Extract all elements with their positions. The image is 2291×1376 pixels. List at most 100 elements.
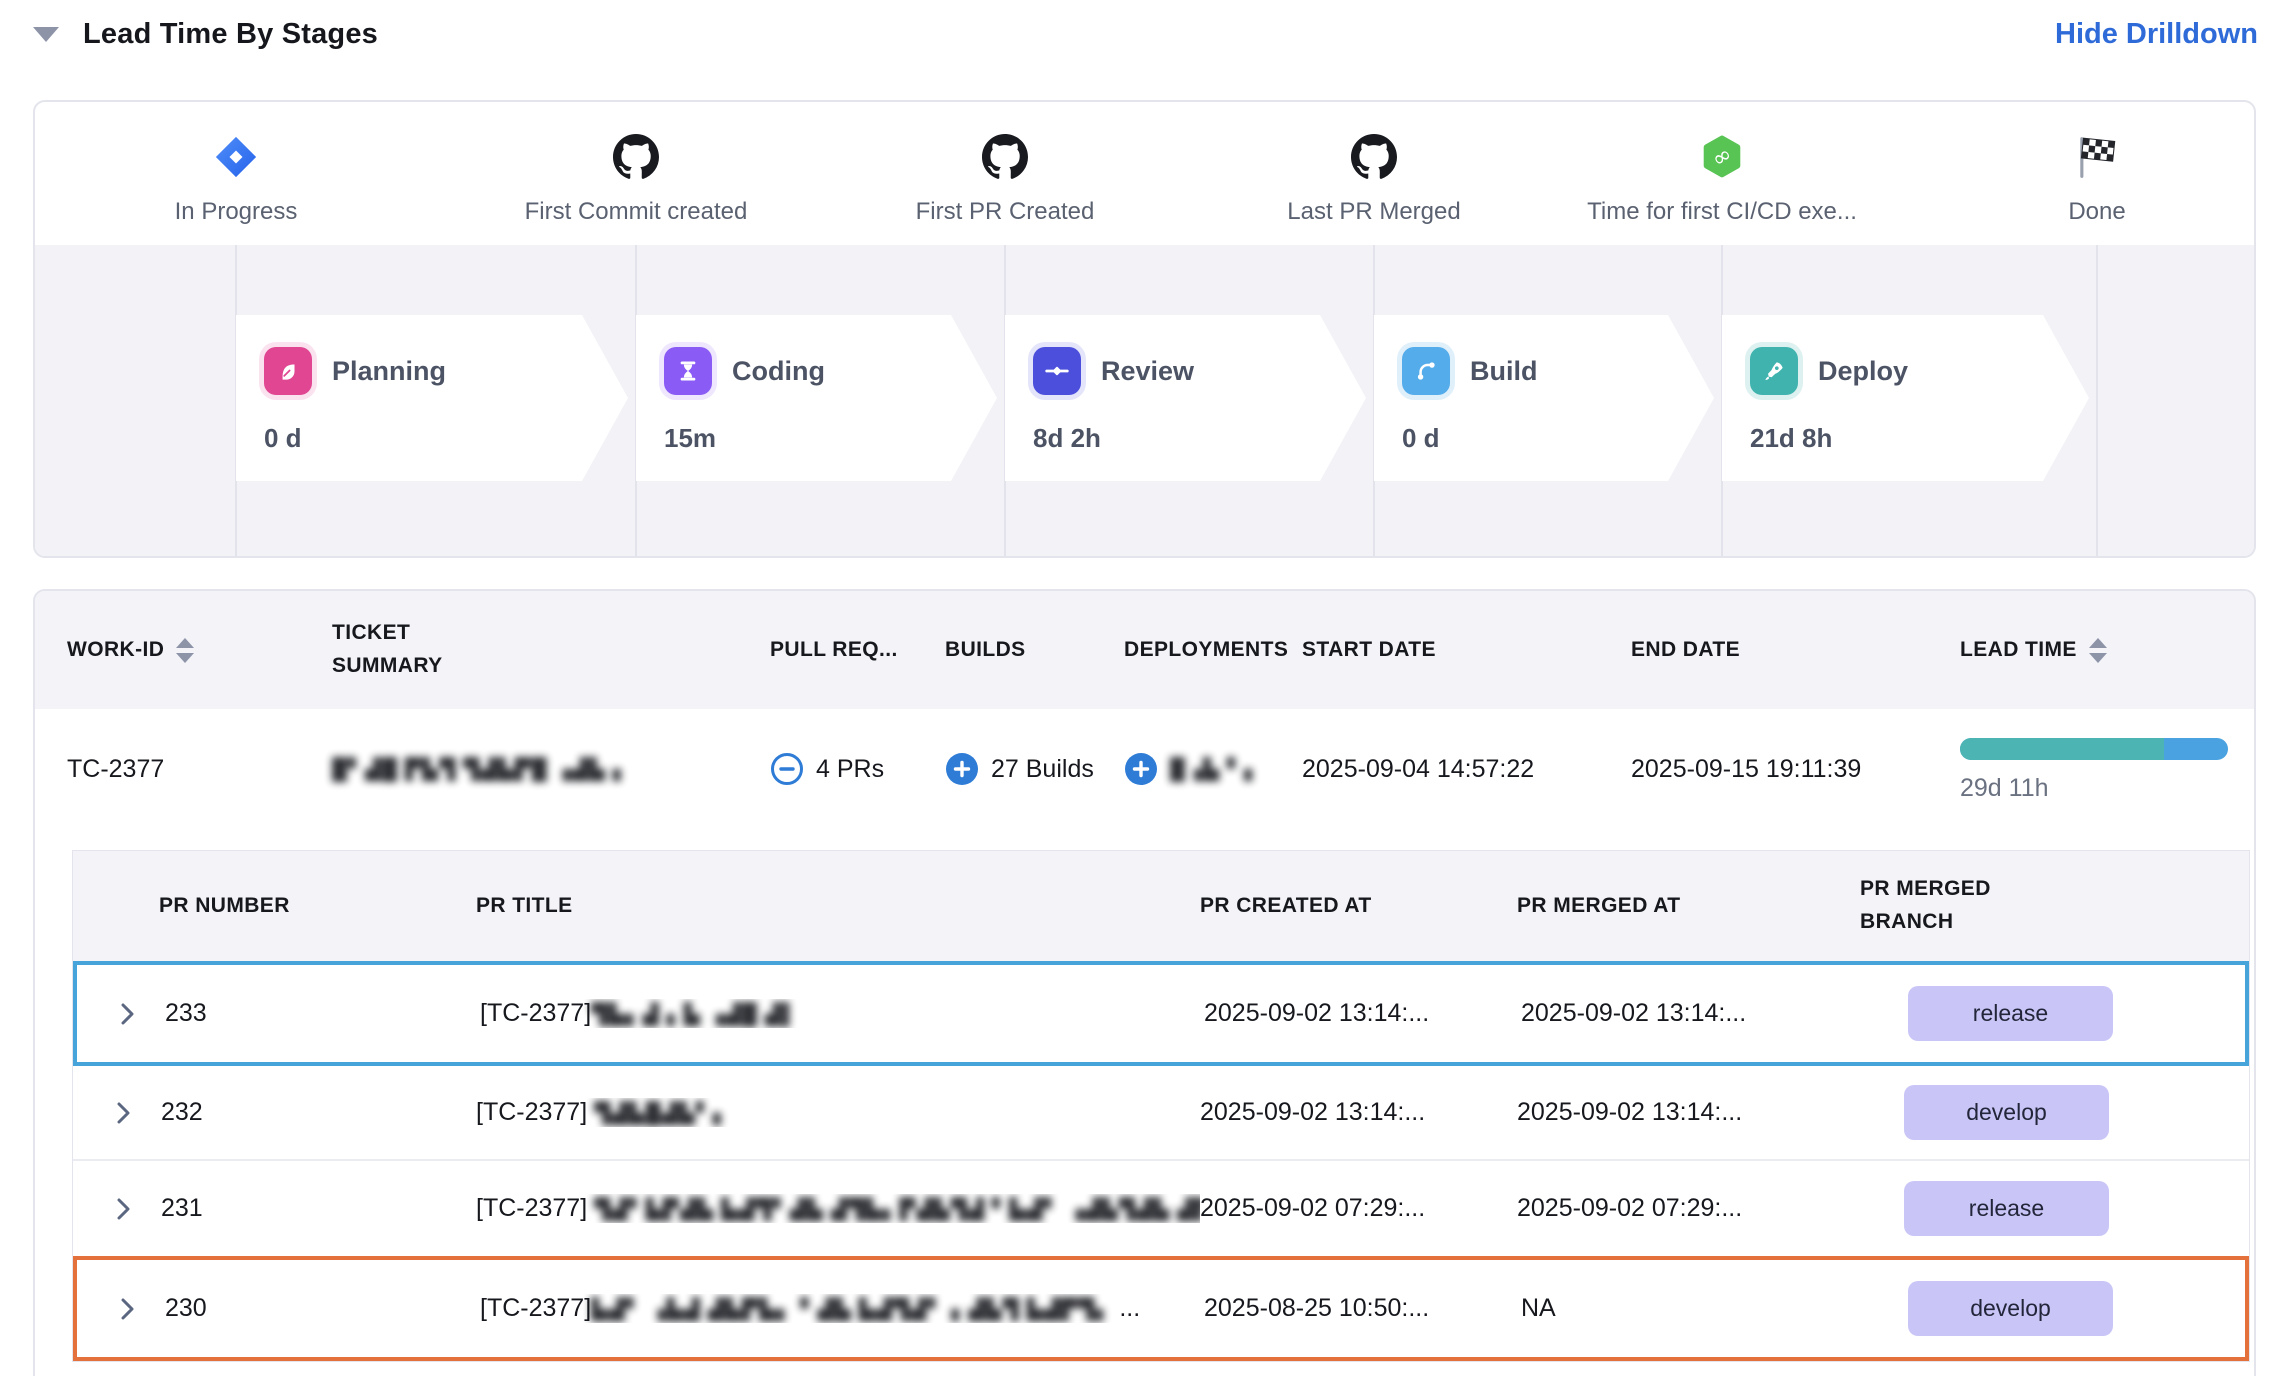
col-label: LEAD TIME [1960, 638, 2077, 662]
pr-merged-at: 2025-09-02 13:14:... [1517, 1098, 1834, 1127]
stage-duration: 15m [664, 423, 997, 454]
col-ticket-summary: TICKET SUMMARY [332, 617, 770, 682]
jira-status-icon [33, 132, 451, 182]
cicd-green-icon: ∞ [1507, 132, 1937, 182]
build-icon [1402, 347, 1450, 395]
coding-icon [664, 347, 712, 395]
col-pr-merged-at: PR MERGED AT [1517, 894, 1834, 918]
pr-title-prefix: [TC-2377] [476, 1098, 587, 1126]
planning-icon [264, 347, 312, 395]
milestone-label: Done [1882, 198, 2256, 226]
github-icon [790, 132, 1220, 182]
col-start-date: START DATE [1302, 638, 1631, 662]
stage-duration: 0 d [1402, 423, 1714, 454]
pr-row-232[interactable]: 232 [TC-2377] ▜▟▙█▟▙▘▖ 2025-09-02 13:14:… [73, 1066, 2249, 1161]
milestone-in-progress: In Progress [33, 132, 451, 226]
col-label: TICKET SUMMARY [332, 617, 467, 682]
sort-icon[interactable] [2089, 638, 2107, 663]
plus-circle-icon [945, 752, 979, 786]
col-pr-created-at: PR CREATED AT [1200, 894, 1517, 918]
hide-drilldown-link[interactable]: Hide Drilldown [2055, 18, 2258, 51]
start-date-value: 2025-09-04 14:57:22 [1302, 755, 1631, 784]
lead-time-cell: 29d 11h [1960, 736, 2254, 803]
github-icon [421, 132, 851, 182]
work-id-value: TC-2377 [67, 755, 332, 784]
deployments-redacted: █▗▙ ▘▖ [1170, 757, 1261, 782]
plus-circle-icon [1124, 752, 1158, 786]
col-lead-time: LEAD TIME [1960, 638, 2254, 663]
work-table-header: WORK-ID TICKET SUMMARY PULL REQ... BUILD… [35, 591, 2254, 709]
checkered-flag-icon [1882, 132, 2256, 182]
pr-title-prefix: [TC-2377] [480, 1294, 591, 1322]
stage-name: Planning [332, 356, 446, 387]
lead-time-by-stages-panel: Lead Time By Stages Hide Drilldown In Pr… [0, 0, 2291, 1376]
expand-chevron-icon[interactable] [115, 1100, 133, 1126]
pr-merged-at: 2025-09-02 07:29:... [1517, 1194, 1834, 1223]
milestone-done: Done [1882, 132, 2256, 226]
pr-number: 230 [165, 1294, 207, 1323]
pr-title-redacted: ▜▙▖▟ ▖▙ ▗▟█ ▟▌ [591, 1002, 798, 1027]
milestone-cicd: ∞ Time for first CI/CD exe... [1507, 132, 1937, 226]
expand-chevron-icon[interactable] [119, 1001, 137, 1027]
col-label: DEPLOYMENTS [1124, 638, 1288, 662]
pr-table-header: PR NUMBER PR TITLE PR CREATED AT PR MERG… [73, 851, 2249, 961]
branch-badge: develop [1904, 1085, 2109, 1140]
pr-number: 231 [161, 1194, 203, 1223]
pr-number: 233 [165, 999, 207, 1028]
pr-number: 232 [161, 1098, 203, 1127]
stage-name: Deploy [1818, 356, 1908, 387]
pr-row-230[interactable]: 230 [TC-2377]▙▟▘ ▗▙▟ ▟▙▛▙▖ ▘▟▙ ▙▟▜▟▘ ▖▟▙… [73, 1256, 2249, 1361]
pr-title-prefix: [TC-2377] [480, 999, 591, 1027]
pr-created-at: 2025-09-02 13:14:... [1200, 1098, 1517, 1127]
collapse-triangle-icon[interactable] [33, 27, 59, 42]
lead-time-bar-teal-segment [1960, 738, 2164, 760]
milestone-label: In Progress [33, 198, 451, 226]
deployments-cell[interactable]: █▗▙ ▘▖ [1124, 752, 1302, 786]
stage-card-planning: Planning 0 d [236, 315, 628, 481]
pull-requests-count: 4 PRs [816, 755, 884, 784]
pr-title-prefix: [TC-2377] [476, 1194, 587, 1222]
col-label: WORK-ID [67, 638, 164, 662]
milestone-first-pr: First PR Created [790, 132, 1220, 226]
pr-drilldown-table: PR NUMBER PR TITLE PR CREATED AT PR MERG… [72, 850, 2250, 1362]
stage-divider [2096, 245, 2098, 556]
stage-duration: 0 d [264, 423, 628, 454]
pull-requests-cell[interactable]: 4 PRs [770, 752, 945, 786]
branch-badge: develop [1908, 1281, 2113, 1336]
pr-row-233[interactable]: 233 [TC-2377]▜▙▖▟ ▖▙ ▗▟█ ▟▌ 2025-09-02 1… [73, 961, 2249, 1066]
milestone-label: First Commit created [421, 198, 851, 226]
pr-row-231[interactable]: 231 [TC-2377] ▜▟▘▙▛▟▙ ▙▟▜▘▟▙ ▟▜▙▖▛▟▙▜▟ ▘… [73, 1161, 2249, 1256]
stage-duration: 8d 2h [1033, 423, 1366, 454]
pr-title-redacted: ▜▟▙█▟▙▘▖ [594, 1101, 730, 1126]
stage-duration: 21d 8h [1750, 423, 2089, 454]
builds-count: 27 Builds [991, 755, 1094, 784]
milestone-first-commit: First Commit created [421, 132, 851, 226]
col-label: START DATE [1302, 638, 1436, 662]
sort-icon[interactable] [176, 638, 194, 663]
lead-time-value: 29d 11h [1960, 774, 2254, 803]
stages-pipeline-box: In Progress First Commit created First P… [33, 100, 2256, 558]
work-item-row: TC-2377 █▘▟█ ▛▙▜ ▜▟▙▛█ ▗▟▙ ▖ 4 PRs 27 Bu… [35, 709, 2254, 829]
stages-band: Planning 0 d Coding 15m Revi [35, 245, 2254, 556]
stage-card-coding: Coding 15m [636, 315, 997, 481]
pr-merged-at: NA [1521, 1294, 1838, 1323]
panel-header: Lead Time By Stages Hide Drilldown [33, 8, 2258, 60]
pr-title-redacted: ▜▟▘▙▛▟▙ ▙▟▜▘▟▙ ▟▜▙▖▛▟▙▜▟ ▘▙▟▘ ▗▟▙▜▟▙ ▟▛▙ [594, 1197, 1200, 1222]
stage-name: Build [1470, 356, 1538, 387]
builds-cell[interactable]: 27 Builds [945, 752, 1124, 786]
col-end-date: END DATE [1631, 638, 1960, 662]
stage-card-review: Review 8d 2h [1005, 315, 1366, 481]
expand-chevron-icon[interactable] [115, 1196, 133, 1222]
col-label: PR MERGED BRANCH [1860, 873, 2015, 938]
expand-chevron-icon[interactable] [119, 1296, 137, 1322]
pr-created-at: 2025-09-02 07:29:... [1200, 1194, 1517, 1223]
pr-title-ellipsis: ... [1112, 1294, 1140, 1322]
col-pull-requests: PULL REQ... [770, 638, 945, 662]
col-builds: BUILDS [945, 638, 1124, 662]
work-items-table: WORK-ID TICKET SUMMARY PULL REQ... BUILD… [33, 589, 2256, 1376]
milestone-label: Time for first CI/CD exe... [1507, 198, 1937, 226]
col-work-id: WORK-ID [67, 638, 332, 663]
stage-card-deploy: Deploy 21d 8h [1722, 315, 2089, 481]
col-label: PULL REQ... [770, 638, 898, 662]
stage-card-build: Build 0 d [1374, 315, 1714, 481]
